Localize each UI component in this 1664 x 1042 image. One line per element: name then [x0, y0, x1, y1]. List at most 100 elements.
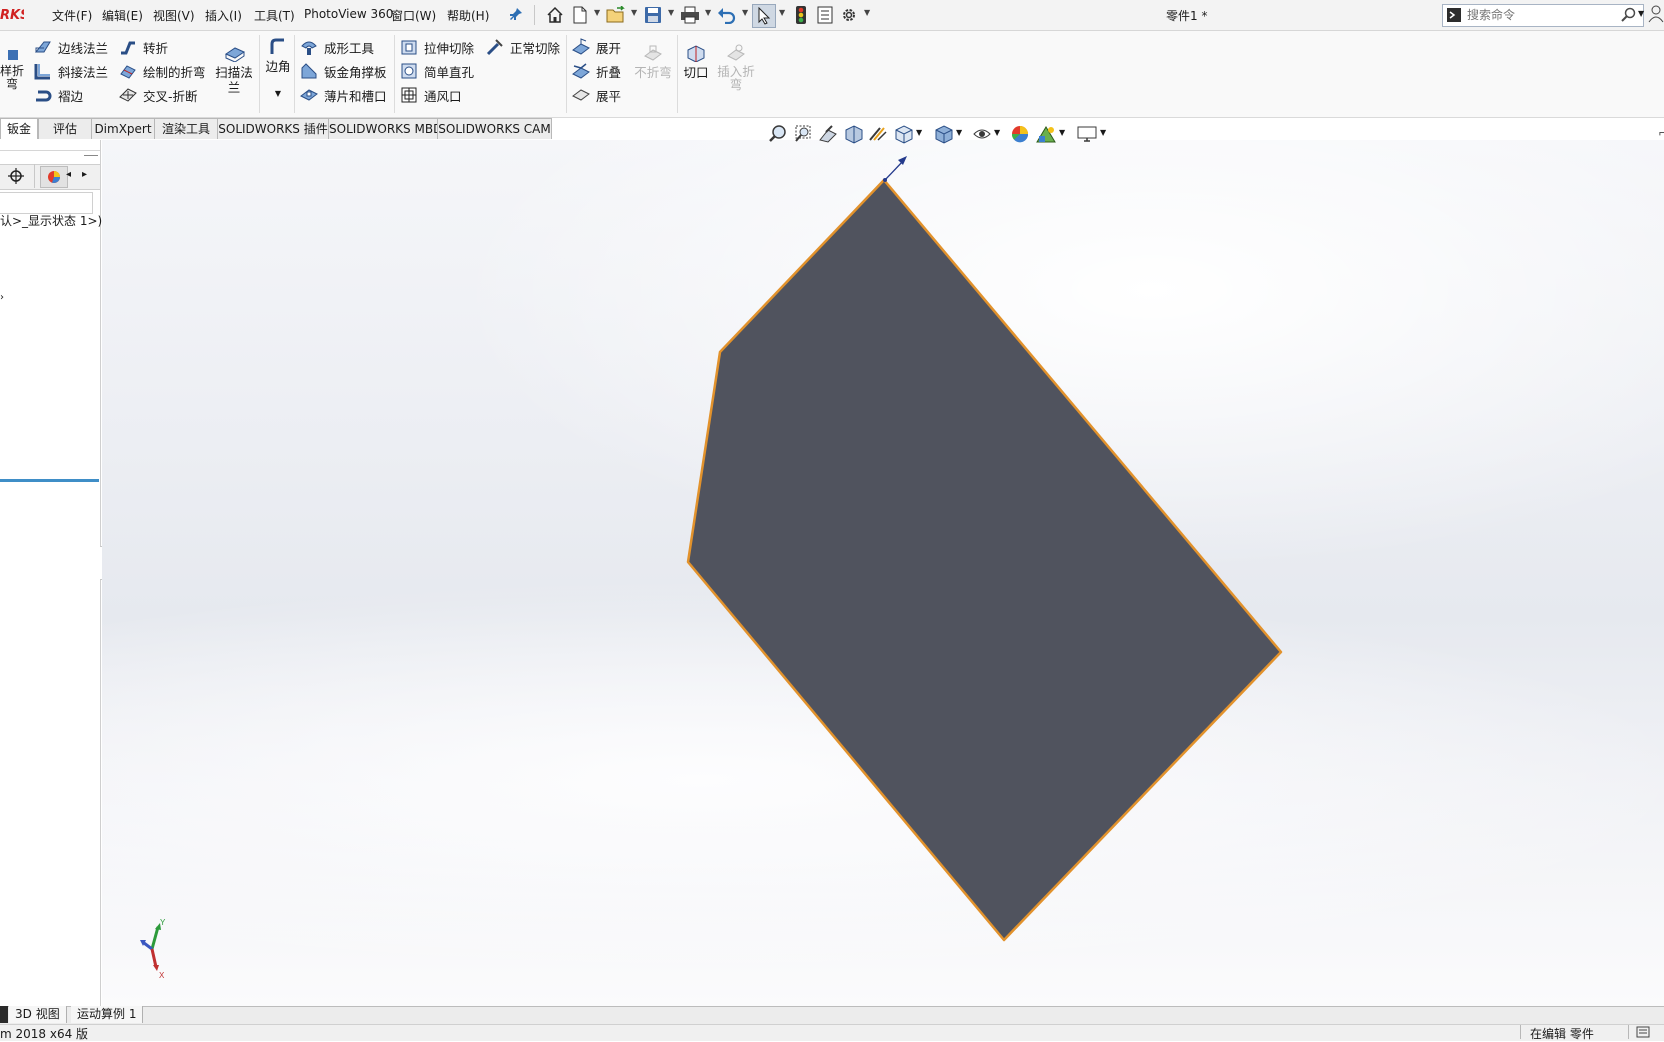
tab-solidworks-addins[interactable]: SOLIDWORKS 插件 — [217, 118, 329, 139]
previous-view-icon[interactable] — [818, 124, 838, 148]
status-version-text: m 2018 x64 版 — [0, 1027, 89, 1041]
pin-icon[interactable] — [505, 4, 527, 26]
chevron-down-icon[interactable]: ▼ — [779, 8, 785, 17]
chevron-down-icon[interactable]: ▼ — [994, 128, 1000, 137]
tab-render-tools[interactable]: 渲染工具 — [154, 118, 218, 139]
forming-tool-button[interactable]: 成形工具 — [300, 36, 374, 58]
lofted-bend-button[interactable]: 样折弯 — [0, 48, 26, 91]
chevron-down-icon[interactable]: ▼ — [956, 128, 962, 137]
vent-button[interactable]: 通风口 — [400, 84, 462, 106]
cross-break-button[interactable]: 交叉-折断 — [119, 84, 198, 106]
scroll-right-arrow-icon[interactable]: ▸ — [82, 169, 87, 180]
tab-3d-view[interactable]: 3D 视图 — [9, 1006, 67, 1023]
edge-flange-button[interactable]: 边线法兰 — [34, 36, 108, 58]
search-icon[interactable] — [1621, 7, 1637, 27]
chevron-down-icon[interactable]: ▼ — [864, 8, 870, 17]
filter-box[interactable] — [0, 192, 93, 214]
corners-button[interactable]: 边角 ▼ — [262, 38, 294, 101]
normal-cut-label: 正常切除 — [510, 40, 561, 56]
tab-sheet-metal[interactable]: 钣金 — [0, 118, 38, 139]
display-style-icon[interactable] — [933, 124, 955, 148]
tab-motion-study-1[interactable]: 运动算例 1 — [71, 1006, 144, 1023]
zoom-to-area-icon[interactable] — [793, 124, 813, 148]
display-manager-pie-icon[interactable] — [40, 166, 68, 188]
menu-window[interactable]: 窗口(W) — [391, 7, 436, 24]
view-settings-monitor-icon[interactable] — [1076, 124, 1098, 148]
sketched-bend-button[interactable]: 绘制的折弯 — [119, 60, 206, 82]
chevron-down-icon[interactable]: ▼ — [1059, 128, 1065, 137]
dimxpert-manager-crosshair-icon[interactable] — [4, 167, 28, 185]
open-folder-icon[interactable] — [605, 4, 627, 26]
simple-hole-button[interactable]: 简单直孔 — [400, 60, 474, 82]
menu-insert[interactable]: 插入(I) — [205, 7, 242, 24]
user-icon[interactable] — [1648, 5, 1664, 27]
no-bends-label: 不折弯 — [634, 65, 672, 80]
section-view-icon[interactable] — [843, 124, 865, 148]
file-properties-icon[interactable] — [814, 4, 836, 26]
chevron-down-icon[interactable]: ▼ — [916, 128, 922, 137]
hide-show-items-icon[interactable] — [972, 124, 992, 148]
swept-flange-button[interactable]: 扫描法兰 — [214, 44, 256, 95]
jog-button[interactable]: 转折 — [119, 36, 168, 58]
rip-button[interactable]: 切口 — [681, 44, 711, 80]
menu-view[interactable]: 视图(V) — [153, 7, 195, 24]
panel-grip-icon[interactable] — [84, 155, 98, 156]
view-orientation-icon[interactable] — [893, 124, 915, 148]
tab-solidworks-mbd[interactable]: SOLIDWORKS MBD — [328, 118, 438, 139]
graphics-viewport[interactable] — [102, 140, 1664, 1006]
menu-file[interactable]: 文件(F) — [52, 7, 92, 24]
menu-edit[interactable]: 编辑(E) — [102, 7, 143, 24]
menu-help[interactable]: 帮助(H) — [447, 7, 489, 24]
print-icon[interactable] — [679, 4, 701, 26]
apply-scene-icon[interactable] — [1035, 124, 1057, 148]
scroll-left-arrow-icon[interactable]: ◂ — [66, 169, 71, 180]
select-pointer-icon[interactable] — [752, 4, 776, 28]
home-icon[interactable] — [544, 4, 566, 26]
feature-tree-config-text[interactable]: 认>_显示状态 1>) — [0, 212, 102, 229]
new-document-icon[interactable] — [569, 4, 591, 26]
tab-evaluate[interactable]: 评估 — [38, 118, 92, 139]
menu-tools[interactable]: 工具(T) — [254, 7, 295, 24]
search-box[interactable]: ▼ — [1442, 4, 1644, 27]
tree-expand-arrow-icon[interactable]: › — [0, 292, 4, 303]
chevron-down-icon[interactable]: ▼ — [742, 8, 748, 17]
options-gear-icon[interactable] — [838, 4, 860, 26]
chevron-down-icon[interactable]: ▼ — [668, 8, 674, 17]
tab-and-slot-button[interactable]: 薄片和槽口 — [300, 84, 387, 106]
sheet-metal-gusset-button[interactable]: 钣金角撑板 — [300, 60, 387, 82]
edit-appearance-icon[interactable] — [1010, 124, 1030, 148]
chevron-down-icon[interactable]: ▼ — [1638, 9, 1644, 18]
save-icon[interactable] — [642, 4, 664, 26]
no-bends-button[interactable]: 不折弯 — [633, 44, 673, 80]
insert-bends-button[interactable]: 插入折弯 — [716, 44, 756, 91]
panel-splitter[interactable] — [0, 479, 99, 482]
unfold-button[interactable]: 展开 — [572, 36, 621, 58]
hem-button[interactable]: 褶边 — [34, 84, 83, 106]
chevron-down-icon[interactable]: ▼ — [262, 86, 294, 101]
dynamic-annotation-view-icon[interactable] — [868, 124, 888, 148]
chevron-down-icon[interactable]: ▼ — [594, 8, 600, 17]
divider — [534, 5, 535, 25]
viewport-corner-icon[interactable]: ⌐ — [1658, 126, 1664, 140]
swept-flange-icon — [224, 47, 246, 63]
extruded-cut-button[interactable]: 拉伸切除 — [400, 36, 474, 58]
rebuild-traffic-light-icon[interactable] — [790, 4, 812, 26]
insert-bends-icon — [727, 44, 745, 61]
miter-flange-button[interactable]: 斜接法兰 — [34, 60, 108, 82]
search-input[interactable] — [1467, 6, 1617, 23]
chevron-down-icon[interactable]: ▼ — [1100, 128, 1106, 137]
zoom-to-fit-icon[interactable] — [768, 124, 788, 148]
menu-photoview[interactable]: PhotoView 360 — [304, 7, 393, 21]
cross-break-icon — [119, 88, 137, 102]
undo-icon[interactable] — [716, 4, 738, 26]
normal-cut-button[interactable]: 正常切除 — [486, 36, 560, 58]
solidworks-logo[interactable]: RKS — [0, 8, 24, 26]
model-tab-stub[interactable] — [0, 1006, 8, 1023]
tab-dimxpert[interactable]: DimXpert — [91, 118, 155, 139]
flatten-button[interactable]: 展平 — [572, 84, 621, 106]
command-prompt-icon — [1447, 8, 1461, 22]
chevron-down-icon[interactable]: ▼ — [705, 8, 711, 17]
tab-solidworks-cam[interactable]: SOLIDWORKS CAM — [437, 118, 552, 139]
fold-button[interactable]: 折叠 — [572, 60, 621, 82]
chevron-down-icon[interactable]: ▼ — [631, 8, 637, 17]
